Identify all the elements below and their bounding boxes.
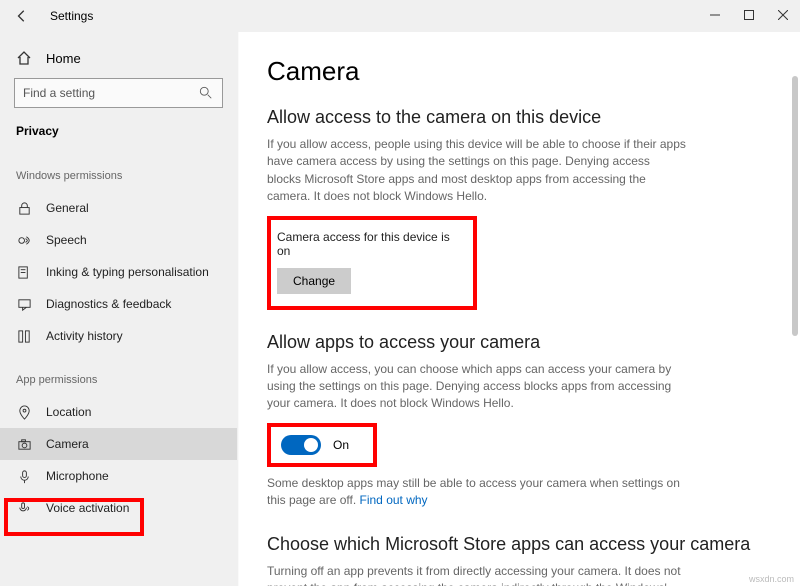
- annotation-highlight-change: Camera access for this device is on Chan…: [267, 216, 477, 310]
- section1-heading: Allow access to the camera on this devic…: [267, 107, 756, 128]
- divider: [237, 32, 239, 586]
- sidebar-item-location[interactable]: Location: [0, 396, 237, 428]
- section2-note: Some desktop apps may still be able to a…: [267, 475, 687, 510]
- search-placeholder: Find a setting: [23, 86, 95, 100]
- close-button[interactable]: [766, 0, 800, 30]
- sidebar-item-inking[interactable]: Inking & typing personalisation: [0, 256, 237, 288]
- sidebar-item-voice[interactable]: Voice activation: [0, 492, 237, 524]
- inking-icon: [16, 264, 32, 280]
- section2-heading: Allow apps to access your camera: [267, 332, 756, 353]
- group-app-permissions: App permissions: [0, 374, 237, 386]
- location-icon: [16, 404, 32, 420]
- search-icon: [198, 85, 214, 101]
- sidebar-item-speech[interactable]: Speech: [0, 224, 237, 256]
- change-button[interactable]: Change: [277, 268, 351, 294]
- apps-access-toggle[interactable]: [281, 435, 321, 455]
- maximize-icon: [744, 10, 754, 20]
- category-heading: Privacy: [0, 120, 237, 142]
- activity-icon: [16, 328, 32, 344]
- lock-icon: [16, 200, 32, 216]
- section1-desc: If you allow access, people using this d…: [267, 136, 687, 206]
- arrow-left-icon: [15, 9, 29, 23]
- camera-icon: [16, 436, 32, 452]
- sidebar-item-general[interactable]: General: [0, 192, 237, 224]
- back-button[interactable]: [8, 2, 36, 30]
- speech-icon: [16, 232, 32, 248]
- find-out-why-link[interactable]: Find out why: [360, 493, 428, 507]
- home-nav[interactable]: Home: [0, 46, 237, 76]
- minimize-icon: [710, 10, 720, 20]
- sidebar-item-activity[interactable]: Activity history: [0, 320, 237, 352]
- minimize-button[interactable]: [698, 0, 732, 30]
- home-label: Home: [46, 51, 81, 66]
- sidebar: Home Find a setting Privacy Windows perm…: [0, 32, 237, 586]
- search-input[interactable]: Find a setting: [14, 78, 223, 108]
- close-icon: [778, 10, 788, 20]
- page-title: Camera: [267, 56, 756, 87]
- annotation-highlight-toggle: On: [267, 423, 377, 467]
- watermark: wsxdn.com: [749, 574, 794, 584]
- maximize-button[interactable]: [732, 0, 766, 30]
- home-icon: [16, 50, 32, 66]
- section2-desc: If you allow access, you can choose whic…: [267, 361, 687, 413]
- toggle-label: On: [333, 438, 349, 452]
- camera-access-status: Camera access for this device is on: [277, 230, 459, 258]
- section3-heading: Choose which Microsoft Store apps can ac…: [267, 534, 756, 555]
- sidebar-item-diagnostics[interactable]: Diagnostics & feedback: [0, 288, 237, 320]
- sidebar-item-microphone[interactable]: Microphone: [0, 460, 237, 492]
- feedback-icon: [16, 296, 32, 312]
- scrollbar[interactable]: [792, 76, 798, 336]
- sidebar-item-camera[interactable]: Camera: [0, 428, 237, 460]
- window-title: Settings: [50, 9, 93, 23]
- content-pane: Camera Allow access to the camera on thi…: [237, 32, 800, 586]
- microphone-icon: [16, 468, 32, 484]
- section3-desc: Turning off an app prevents it from dire…: [267, 563, 687, 586]
- group-windows-permissions: Windows permissions: [0, 170, 237, 182]
- voice-icon: [16, 500, 32, 516]
